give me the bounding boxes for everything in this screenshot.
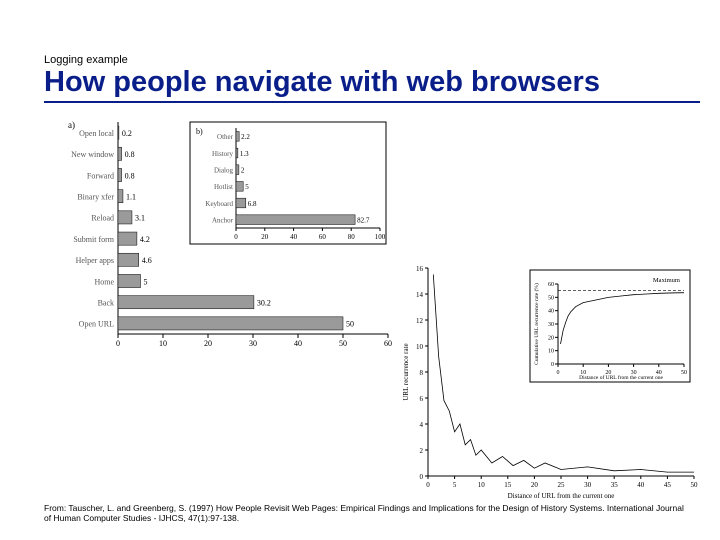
svg-text:82.7: 82.7 xyxy=(357,217,370,225)
svg-text:50: 50 xyxy=(691,481,699,489)
svg-text:Hotlist: Hotlist xyxy=(214,183,233,191)
svg-text:60: 60 xyxy=(384,339,392,346)
svg-text:8: 8 xyxy=(420,369,424,377)
svg-text:a): a) xyxy=(68,120,75,130)
svg-text:35: 35 xyxy=(611,481,619,489)
svg-text:0: 0 xyxy=(234,233,238,241)
svg-text:20: 20 xyxy=(548,335,554,341)
svg-text:5: 5 xyxy=(245,183,249,191)
figure-b: 0 5 10 15 20 25 30 35 40 45 50 0 2 4 6 8 10 12 14 16 Distanc… xyxy=(398,260,700,498)
svg-text:1.1: 1.1 xyxy=(126,192,136,201)
svg-text:4: 4 xyxy=(420,421,424,429)
svg-text:20: 20 xyxy=(261,233,269,241)
svg-text:0.2: 0.2 xyxy=(122,129,132,138)
svg-text:Back: Back xyxy=(98,298,114,307)
svg-text:20: 20 xyxy=(204,339,212,346)
svg-text:10: 10 xyxy=(159,339,167,346)
svg-text:Cumulative URL recurrence rate: Cumulative URL recurrence rate (%) xyxy=(533,283,540,365)
svg-text:10: 10 xyxy=(416,343,424,351)
svg-text:30: 30 xyxy=(548,322,554,328)
svg-text:50: 50 xyxy=(346,320,354,329)
svg-text:50: 50 xyxy=(681,370,687,376)
svg-text:0: 0 xyxy=(426,481,430,489)
svg-text:2: 2 xyxy=(241,167,245,175)
svg-text:25: 25 xyxy=(558,481,566,489)
svg-text:30.2: 30.2 xyxy=(257,298,271,307)
svg-text:Distance of URL from the curre: Distance of URL from the current one xyxy=(579,374,663,381)
svg-text:6.8: 6.8 xyxy=(248,200,257,208)
citation-text: From: Tauscher, L. and Greenberg, S. (19… xyxy=(44,503,690,524)
svg-text:6: 6 xyxy=(420,395,424,403)
svg-text:40: 40 xyxy=(294,339,302,346)
svg-text:30: 30 xyxy=(249,339,257,346)
svg-text:0: 0 xyxy=(551,362,554,368)
svg-text:4.6: 4.6 xyxy=(142,256,152,265)
svg-text:0.8: 0.8 xyxy=(125,171,135,180)
svg-text:Maximum: Maximum xyxy=(653,277,680,284)
svg-text:URL recurrence rate: URL recurrence rate xyxy=(402,343,410,400)
svg-text:20: 20 xyxy=(531,481,539,489)
svg-text:40: 40 xyxy=(290,233,298,241)
svg-text:Distance of URL from the curre: Distance of URL from the current one xyxy=(508,492,615,498)
svg-text:New window: New window xyxy=(71,150,114,159)
svg-text:Open local: Open local xyxy=(79,129,115,138)
svg-text:14: 14 xyxy=(416,291,424,299)
svg-text:45: 45 xyxy=(664,481,672,489)
svg-text:40: 40 xyxy=(637,481,645,489)
svg-text:4.2: 4.2 xyxy=(140,235,150,244)
svg-text:60: 60 xyxy=(548,282,554,288)
svg-text:Anchor: Anchor xyxy=(212,217,234,225)
svg-text:Forward: Forward xyxy=(87,171,114,180)
svg-text:50: 50 xyxy=(339,339,347,346)
svg-text:1.3: 1.3 xyxy=(240,150,249,158)
svg-text:0: 0 xyxy=(557,370,560,376)
svg-text:12: 12 xyxy=(416,317,424,325)
svg-text:0: 0 xyxy=(420,473,424,481)
svg-text:Other: Other xyxy=(217,133,234,141)
svg-text:Keyboard: Keyboard xyxy=(205,200,233,208)
svg-text:Reload: Reload xyxy=(91,214,114,223)
svg-text:b): b) xyxy=(196,127,203,136)
svg-text:15: 15 xyxy=(504,481,512,489)
svg-text:2.2: 2.2 xyxy=(241,133,250,141)
svg-text:Submit form: Submit form xyxy=(73,235,114,244)
svg-text:Home: Home xyxy=(94,277,114,286)
svg-text:Binary xfer: Binary xfer xyxy=(77,192,114,201)
kicker-text: Logging example xyxy=(44,54,128,66)
svg-text:2: 2 xyxy=(420,447,424,455)
figure-a: 0102030405060a) Open local0.2New window0… xyxy=(40,116,392,346)
svg-text:100: 100 xyxy=(375,233,386,241)
svg-text:0: 0 xyxy=(116,339,120,346)
svg-text:Open URL: Open URL xyxy=(79,320,114,329)
svg-text:80: 80 xyxy=(348,233,356,241)
svg-text:60: 60 xyxy=(319,233,327,241)
svg-text:Helper apps: Helper apps xyxy=(76,256,114,265)
svg-text:5: 5 xyxy=(453,481,457,489)
svg-text:3.1: 3.1 xyxy=(135,214,145,223)
svg-text:10: 10 xyxy=(478,481,486,489)
svg-text:30: 30 xyxy=(584,481,592,489)
svg-text:16: 16 xyxy=(416,265,424,273)
svg-text:40: 40 xyxy=(548,309,554,315)
svg-text:50: 50 xyxy=(548,295,554,301)
svg-text:0.8: 0.8 xyxy=(125,150,135,159)
svg-text:History: History xyxy=(212,150,234,158)
page-title: How people navigate with web browsers xyxy=(44,66,700,103)
svg-text:5: 5 xyxy=(144,277,148,286)
svg-text:Dialog: Dialog xyxy=(214,167,234,175)
svg-text:10: 10 xyxy=(548,349,554,355)
